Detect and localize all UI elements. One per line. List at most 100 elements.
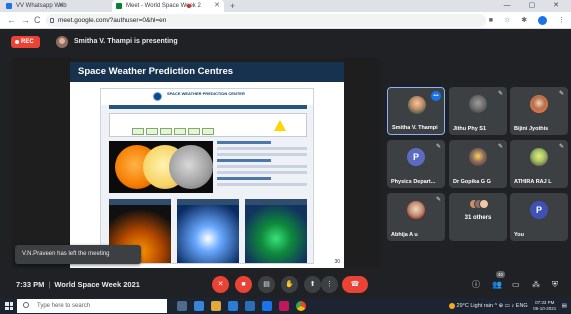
- others-count: 31 others: [464, 215, 492, 221]
- weather-icon: [448, 302, 455, 309]
- participant-tile[interactable]: ✎ ATHIRA RAJ L: [510, 140, 568, 188]
- camera-permission-icon[interactable]: ■: [489, 17, 493, 24]
- bookmark-star-icon[interactable]: ☆: [504, 17, 510, 24]
- folder-icon[interactable]: [211, 301, 221, 311]
- scale-box: [160, 128, 172, 135]
- profile-avatar[interactable]: [538, 15, 548, 25]
- meeting-details-icon[interactable]: ⓘ: [472, 271, 480, 298]
- chat-icon[interactable]: ▭: [512, 271, 520, 298]
- mic-off-icon: ✎: [497, 91, 503, 97]
- close-tab-icon[interactable]: ✕: [58, 0, 64, 12]
- participant-tile[interactable]: ••• Smitha V. Thampi: [387, 87, 445, 135]
- scale-box: [188, 128, 200, 135]
- tab-whatsapp[interactable]: VV Whatsapp Web ✕: [2, 0, 68, 12]
- camera-toggle-button[interactable]: ■: [235, 276, 252, 293]
- participant-name: Abhija A u: [391, 232, 418, 238]
- address-bar: ← → C meet.google.com/?authuser=0&hl=en …: [0, 12, 571, 29]
- presenter-avatar: [56, 36, 68, 48]
- clock[interactable]: 07:33 PM 06-10-2021: [533, 300, 556, 312]
- avatar: P: [530, 201, 548, 219]
- website-screenshot: SPACE WEATHER PREDICTION CENTER: [100, 88, 314, 264]
- notifications-icon[interactable]: ▤: [562, 303, 567, 309]
- noaa-logo-icon: [153, 92, 162, 101]
- scale-box: [174, 128, 186, 135]
- noaa-scales: [132, 122, 216, 140]
- app-icon[interactable]: [262, 301, 272, 311]
- tab-meet[interactable]: Meet - World Space Week 2 ✕: [112, 0, 224, 12]
- participant-name: Dr Gopika G G: [453, 179, 491, 185]
- back-icon[interactable]: ←: [7, 12, 16, 29]
- captions-button[interactable]: ▤: [258, 276, 275, 293]
- more-options-button[interactable]: ⋮: [321, 276, 338, 293]
- slide-title: Space Weather Prediction Centres: [78, 66, 234, 77]
- recording-tab-indicator-icon: [187, 4, 191, 8]
- weather-text[interactable]: 29°C Light rain: [457, 303, 493, 309]
- search-placeholder: Type here to search: [37, 303, 91, 309]
- close-tab-icon[interactable]: ✕: [214, 0, 220, 12]
- windows-taskbar: Type here to search 29°C Light rain ^ ⊕ …: [0, 298, 571, 314]
- browser-tab-strip: VV Whatsapp Web ✕ Meet - World Space Wee…: [0, 0, 571, 12]
- host-controls-icon[interactable]: ⛨: [552, 271, 558, 298]
- participant-name: Physics Depart...: [391, 179, 436, 185]
- search-icon: [23, 302, 29, 308]
- system-tray: 29°C Light rain ^ ⊕ ▭ ♪ ENG 07:33 PM 06-1…: [448, 298, 567, 314]
- speaking-indicator-icon: •••: [431, 91, 441, 101]
- activities-icon[interactable]: ⁂: [532, 271, 540, 298]
- chrome-icon[interactable]: [296, 301, 306, 311]
- people-count-badge: 40: [496, 271, 505, 278]
- presenting-bar: REC Smitha V. Thampi is presenting: [0, 30, 571, 54]
- self-tile[interactable]: P You: [510, 193, 568, 241]
- store-icon[interactable]: [245, 301, 255, 311]
- avatar: [530, 148, 548, 166]
- menu-kebab-icon[interactable]: ⋮: [558, 17, 565, 24]
- windows-start-icon[interactable]: [5, 302, 13, 310]
- avatar: [530, 95, 548, 113]
- participant-tile[interactable]: ✎ Jithu Phy S1: [449, 87, 507, 135]
- meeting-time: 7:33 PM: [16, 280, 45, 289]
- recording-label: REC: [21, 39, 34, 45]
- separator: |: [48, 280, 51, 289]
- clock-time: 07:33 PM: [535, 299, 555, 305]
- scale-box: [132, 128, 144, 135]
- edge-icon[interactable]: [228, 301, 238, 311]
- solar-images: [109, 141, 213, 193]
- app-icon[interactable]: [279, 301, 289, 311]
- presentation-stage: Space Weather Prediction Centres SPACE W…: [12, 58, 380, 268]
- new-tab-button[interactable]: +: [230, 0, 235, 12]
- participant-tile[interactable]: ✎ P Physics Depart...: [387, 140, 445, 188]
- leave-call-button[interactable]: ☎: [342, 276, 368, 293]
- taskbar-search-input[interactable]: Type here to search: [17, 299, 167, 313]
- present-button[interactable]: ⬆: [304, 276, 321, 293]
- website-title: SPACE WEATHER PREDICTION CENTER: [167, 91, 245, 96]
- screen: VV Whatsapp Web ✕ Meet - World Space Wee…: [0, 0, 571, 314]
- scale-panel: [109, 113, 307, 137]
- toolbar-icons: ■ ☆ ✱ ⋮: [480, 12, 565, 29]
- left-meeting-toast: V.N.Praveen has left the meeting: [15, 245, 141, 264]
- window-controls[interactable]: — ▢ ✕: [504, 0, 567, 12]
- raise-hand-button[interactable]: ✋: [281, 276, 298, 293]
- lock-icon: [50, 18, 54, 23]
- task-view-icon[interactable]: [177, 301, 187, 311]
- forward-icon[interactable]: →: [21, 12, 30, 29]
- sun-image: [169, 145, 213, 189]
- participant-tile[interactable]: ✎ Abhija A u: [387, 193, 445, 241]
- url-field[interactable]: meet.google.com/?authuser=0&hl=en: [46, 14, 486, 27]
- file-explorer-icon[interactable]: [194, 301, 204, 311]
- website-text-column: [217, 141, 307, 193]
- url-text: meet.google.com/?authuser=0&hl=en: [58, 17, 167, 24]
- language-indicator[interactable]: ENG: [516, 303, 528, 309]
- participant-tile[interactable]: ✎ Dr Gopika G G: [449, 140, 507, 188]
- extensions-icon[interactable]: ✱: [521, 17, 527, 24]
- avatar: P: [407, 148, 425, 166]
- mic-off-icon: ✎: [558, 144, 564, 150]
- reload-icon[interactable]: C: [34, 12, 41, 29]
- slide-page-number: 30: [334, 259, 340, 265]
- avatar: [469, 95, 487, 113]
- slide: Space Weather Prediction Centres SPACE W…: [70, 62, 344, 268]
- participant-name: Jithu Phy S1: [453, 126, 487, 132]
- mic-toggle-button[interactable]: ✕: [212, 276, 229, 293]
- participant-tile[interactable]: ✎ Bijini Jyothis: [510, 87, 568, 135]
- others-avatars: [469, 199, 489, 213]
- tray-icons[interactable]: ^ ⊕ ▭ ♪: [495, 303, 516, 309]
- others-tile[interactable]: 31 others: [449, 193, 507, 241]
